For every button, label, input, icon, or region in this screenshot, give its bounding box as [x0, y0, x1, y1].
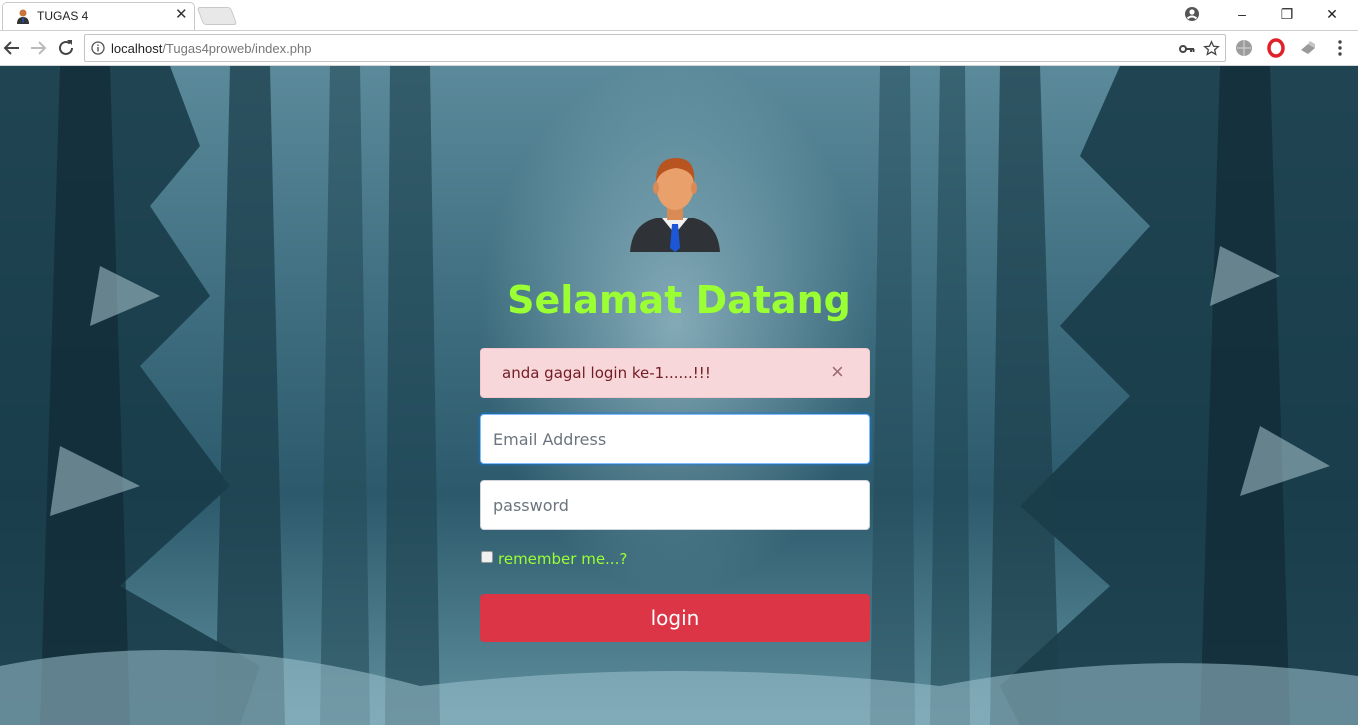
tab-title: TUGAS 4 [37, 9, 89, 23]
opera-icon[interactable] [1266, 38, 1286, 58]
address-bar[interactable]: localhost/Tugas4proweb/index.php [84, 34, 1226, 62]
forward-icon[interactable] [26, 36, 50, 60]
star-icon[interactable] [1203, 40, 1220, 57]
browser-tab[interactable]: TUGAS 4 ✕ [2, 2, 195, 30]
remember-me-label[interactable]: remember me...? [498, 550, 627, 568]
password-field[interactable] [480, 480, 870, 530]
tab-close-icon[interactable]: ✕ [175, 6, 188, 24]
user-favicon-icon [17, 9, 29, 24]
new-tab-button[interactable] [196, 7, 238, 25]
login-button[interactable]: login [480, 594, 870, 642]
url-text: localhost/Tugas4proweb/index.php [111, 41, 312, 56]
account-icon[interactable] [1182, 4, 1202, 24]
reload-icon[interactable] [54, 36, 78, 60]
key-icon[interactable] [1179, 42, 1195, 56]
alert-message: anda gagal login ke-1......!!! [502, 364, 711, 382]
info-icon[interactable] [91, 41, 105, 55]
alert-close-icon[interactable]: × [831, 361, 844, 383]
minimize-button[interactable]: – [1232, 4, 1252, 24]
window-close-button[interactable]: ✕ [1322, 4, 1342, 24]
user-avatar-icon [630, 158, 720, 252]
page-title: Selamat Datang [507, 278, 851, 322]
error-alert: anda gagal login ke-1......!!! × [480, 348, 870, 398]
globe-icon[interactable] [1234, 38, 1254, 58]
extension-icon[interactable] [1298, 38, 1318, 58]
remember-me-checkbox[interactable] [481, 551, 493, 563]
restore-button[interactable]: ❐ [1277, 4, 1297, 24]
browser-toolbar: localhost/Tugas4proweb/index.php [0, 30, 1358, 66]
login-page: Selamat Datang anda gagal login ke-1....… [0, 66, 1358, 725]
menu-icon[interactable] [1330, 38, 1350, 58]
back-icon[interactable] [0, 36, 24, 60]
email-field[interactable] [480, 414, 870, 464]
tab-strip: TUGAS 4 ✕ – ❐ ✕ [0, 0, 1358, 30]
